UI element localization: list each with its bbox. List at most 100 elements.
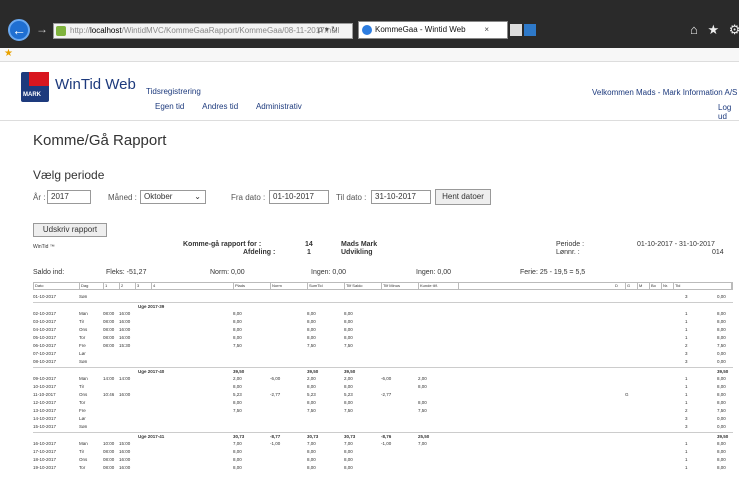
cell-tid: 8,00 bbox=[717, 384, 726, 389]
cell-c2: 14:00 bbox=[119, 376, 131, 381]
from-date-input[interactable]: 01-10-2017 bbox=[269, 190, 329, 204]
nav-andres-tid[interactable]: Andres tid bbox=[202, 102, 238, 111]
browser-chrome: ← → http://localhost/WintidMVC/KommeGaaR… bbox=[0, 0, 739, 62]
cell-c1: 08:00 bbox=[103, 319, 115, 324]
cell-nr: 3 bbox=[685, 351, 688, 356]
cell-plads: 30,73 bbox=[233, 434, 245, 439]
cell-date: 02-10-2017 bbox=[33, 311, 57, 316]
favorites-star-icon[interactable]: ★ bbox=[4, 48, 13, 59]
cell-date: 04-10-2017 bbox=[33, 327, 57, 332]
cell-tid: 8,00 bbox=[717, 400, 726, 405]
cell-kunde: 7,00 bbox=[418, 441, 427, 446]
cell-c2: 16:00 bbox=[119, 319, 131, 324]
new-tab-icon[interactable] bbox=[510, 24, 522, 36]
cell-kunde: 7,50 bbox=[418, 408, 427, 413]
column-header-1: Dag bbox=[80, 283, 104, 289]
column-header-9: Tilf Saldo bbox=[345, 283, 382, 289]
cell-c1: 08:00 bbox=[103, 449, 115, 454]
cell-day: Fre bbox=[79, 343, 86, 348]
cell-saldo: 8,00 bbox=[344, 327, 353, 332]
column-header-12: D bbox=[614, 283, 626, 289]
cell-date: 16-10-2017 bbox=[33, 441, 57, 446]
header-divider bbox=[0, 120, 739, 121]
page-title: Komme/Gå Rapport bbox=[33, 132, 167, 149]
cell-nr: 1 bbox=[685, 319, 688, 324]
mark-logo[interactable]: MARK bbox=[21, 72, 49, 102]
table-row: 08-10-2017 Søn 3 0,00 bbox=[33, 358, 733, 365]
address-bar[interactable]: http://localhost/WintidMVC/KommeGaaRappo… bbox=[53, 23, 353, 39]
cell-tid: 7,50 bbox=[717, 408, 726, 413]
cell-date: 13-10-2017 bbox=[33, 408, 57, 413]
table-row: 17-10-2017 Tir 08:00 16:00 8,00 8,00 8,00 1 8,00 bbox=[33, 448, 733, 455]
period-form: År : 2017 Måned : Oktober ⌄ Fra dato : 0… bbox=[33, 189, 513, 205]
table-row: 07-10-2017 Lør 3 0,00 bbox=[33, 350, 733, 357]
cell-tid: 0,00 bbox=[717, 359, 726, 364]
table-row: 12-10-2017 Tor 8,00 8,00 8,00 8,00 1 8,00 bbox=[33, 399, 733, 406]
logout-link[interactable]: Log ud bbox=[718, 103, 739, 121]
week-summary-row: Uge 2017-40 39,50 39,50 39,50 39,50 bbox=[33, 367, 733, 374]
cell-sum: 8,00 bbox=[307, 457, 316, 462]
cell-sum: 8,00 bbox=[307, 319, 316, 324]
cell-c2: 15:00 bbox=[119, 441, 131, 446]
forward-arrow-icon[interactable]: → bbox=[36, 22, 48, 36]
cell-tid: 8,00 bbox=[717, 319, 726, 324]
cell-nr: 1 bbox=[685, 400, 688, 405]
cell-sum: 8,00 bbox=[307, 311, 316, 316]
cell-plads: 8,00 bbox=[233, 449, 242, 454]
table-row: 11-10-2017 Ons 10:46 16:00 5,23 -2,77 5,23 5,23… bbox=[33, 391, 733, 398]
cell-minus: -6,00 bbox=[381, 376, 392, 381]
cell-tid: 8,00 bbox=[717, 441, 726, 446]
browser-toolbar: ← → http://localhost/WintidMVC/KommeGaaR… bbox=[0, 0, 739, 48]
table-row: 04-10-2017 Ons 08:00 16:00 8,00 8,00 8,00 1 8,00 bbox=[33, 326, 733, 333]
nav-administrativ[interactable]: Administrativ bbox=[256, 102, 302, 111]
cell-date: 11-10-2017 bbox=[33, 392, 56, 397]
cell-date: 09-10-2017 bbox=[33, 376, 57, 381]
cell-nr: 3 bbox=[685, 294, 688, 299]
table-row: 02-10-2017 Man 08:00 16:00 8,00 8,00 8,00 1 8,00 bbox=[33, 310, 733, 317]
ie-tab-icon bbox=[362, 25, 372, 35]
cell-sum: 7,50 bbox=[307, 408, 316, 413]
table-row: 14-10-2017 Lør 3 0,00 bbox=[33, 415, 733, 422]
cell-tid: 39,50 bbox=[717, 434, 729, 439]
month-selected-value: Oktober bbox=[144, 192, 173, 201]
extension-icon[interactable] bbox=[524, 24, 536, 36]
cell-nr: 1 bbox=[685, 465, 688, 470]
cell-c2: 16:00 bbox=[119, 327, 131, 332]
address-bar-actions[interactable]: ρ ▾ ↻ bbox=[318, 23, 338, 37]
cell-plads: 39,50 bbox=[233, 369, 245, 374]
cell-date: 06-10-2017 bbox=[33, 343, 57, 348]
column-header-7: Norm bbox=[271, 283, 308, 289]
cell-nr: 1 bbox=[685, 311, 688, 316]
cell-saldo: 8,00 bbox=[344, 400, 353, 405]
fetch-dates-button[interactable]: Hent datoer bbox=[435, 189, 491, 205]
to-date-input[interactable]: 31-10-2017 bbox=[371, 190, 431, 204]
table-row: 09-10-2017 Man 14:00 14:00 2,00 -6,00 2,00 2,00… bbox=[33, 375, 733, 382]
url-path: /WintidMVC/KommeGaaRapport/KommeGaa/08-1… bbox=[121, 26, 340, 35]
cell-day: Søn bbox=[79, 359, 88, 364]
cell-week: Uge 2017-39 bbox=[138, 304, 165, 309]
month-select[interactable]: Oktober ⌄ bbox=[140, 190, 206, 204]
print-report-button[interactable]: Udskriv rapport bbox=[33, 223, 107, 237]
cell-c2: 16:00 bbox=[119, 311, 131, 316]
column-header-3: 2 bbox=[120, 283, 136, 289]
nav-egen-tid[interactable]: Egen tid bbox=[155, 102, 184, 111]
column-header-11: Kunde tilf. bbox=[419, 283, 459, 289]
back-arrow-icon[interactable]: ← bbox=[8, 19, 30, 41]
cell-sum: 8,00 bbox=[307, 465, 316, 470]
cell-kunde: 2,00 bbox=[418, 376, 427, 381]
browser-toolbar-icons[interactable]: ⌂ ★ ⚙ ☺ bbox=[690, 22, 739, 38]
cell-date: 15-10-2017 bbox=[33, 424, 57, 429]
app-header: MARK WinTid Web Tidsregistrering Egen ti… bbox=[0, 62, 739, 121]
cell-tid: 39,50 bbox=[717, 369, 729, 374]
column-header-10: Tilf Minus bbox=[382, 283, 419, 289]
cell-sum: 5,23 bbox=[307, 392, 316, 397]
month-label: Måned : bbox=[108, 193, 137, 202]
table-row: 15-10-2017 Søn 3 0,00 bbox=[33, 423, 733, 430]
column-header-4: 3 bbox=[136, 283, 152, 289]
year-input[interactable]: 2017 bbox=[47, 190, 91, 204]
brand-title[interactable]: WinTid Web bbox=[55, 76, 136, 93]
cell-kunde: 8,00 bbox=[418, 384, 427, 389]
browser-tab[interactable]: KommeGaa - Wintid Web × bbox=[358, 21, 508, 39]
nav-section-title: Tidsregistrering bbox=[146, 87, 201, 96]
tab-close-icon[interactable]: × bbox=[484, 22, 489, 38]
